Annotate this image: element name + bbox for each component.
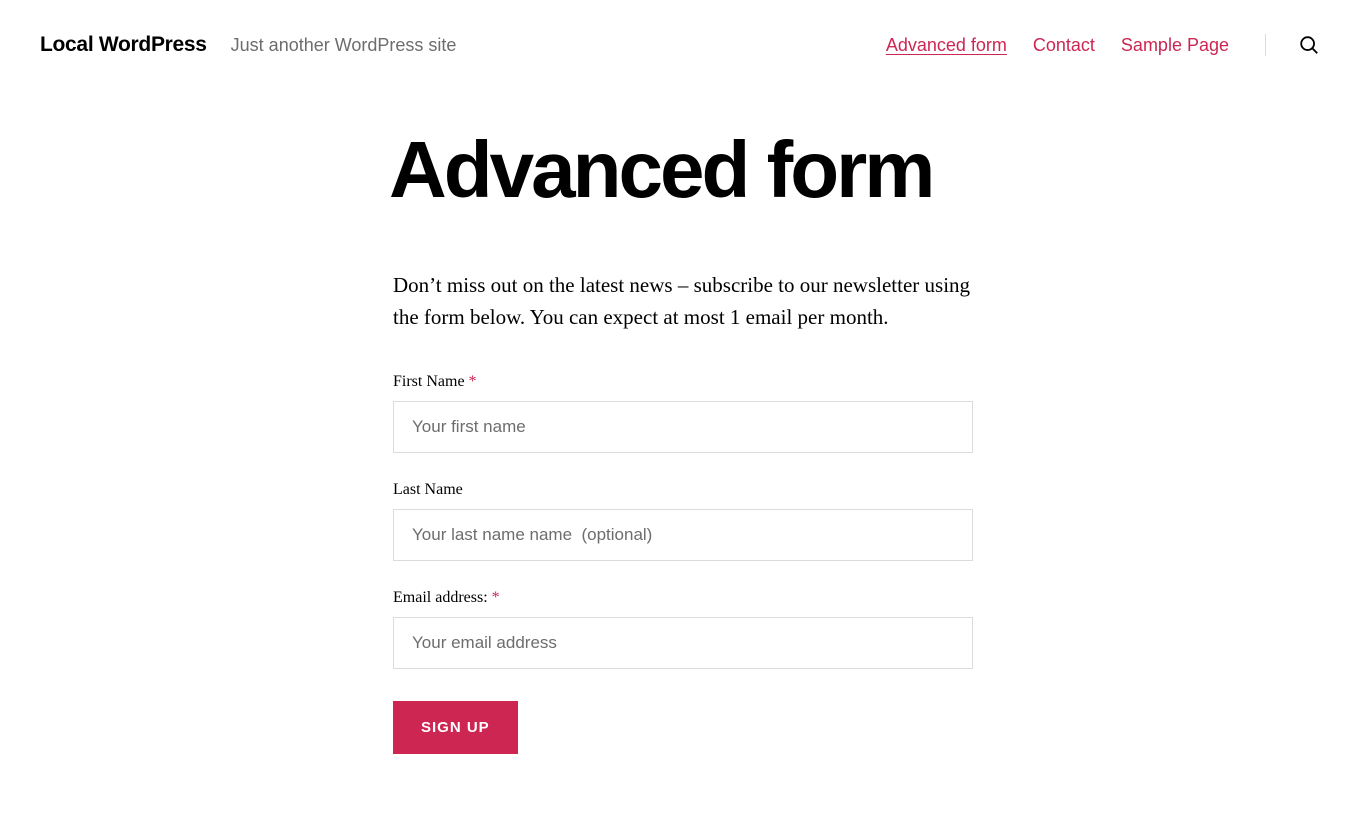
form-field-email: Email address: *: [393, 589, 973, 669]
required-mark: *: [492, 589, 500, 606]
nav-link-contact[interactable]: Contact: [1033, 35, 1095, 56]
first-name-label: First Name *: [393, 373, 973, 391]
email-label: Email address: *: [393, 589, 973, 607]
site-tagline: Just another WordPress site: [231, 35, 457, 56]
form-field-first-name: First Name *: [393, 373, 973, 453]
header-right: Advanced form Contact Sample Page: [886, 28, 1326, 62]
search-button[interactable]: [1292, 28, 1326, 62]
email-label-text: Email address:: [393, 589, 492, 606]
newsletter-form: First Name * Last Name Email address: * …: [393, 373, 973, 754]
last-name-label: Last Name: [393, 481, 973, 499]
email-input[interactable]: [393, 617, 973, 669]
nav-link-sample-page[interactable]: Sample Page: [1121, 35, 1229, 56]
first-name-input[interactable]: [393, 401, 973, 453]
site-title[interactable]: Local WordPress: [40, 33, 207, 57]
required-mark: *: [469, 373, 477, 390]
primary-nav: Advanced form Contact Sample Page: [886, 35, 1229, 56]
last-name-input[interactable]: [393, 509, 973, 561]
signup-button[interactable]: SIGN UP: [393, 701, 518, 754]
main-content: Advanced form Don’t miss out on the late…: [393, 90, 973, 814]
site-header: Local WordPress Just another WordPress s…: [0, 0, 1366, 90]
last-name-label-text: Last Name: [393, 481, 463, 498]
search-icon: [1298, 34, 1320, 56]
nav-link-advanced-form[interactable]: Advanced form: [886, 35, 1007, 56]
nav-divider: [1265, 34, 1266, 56]
page-intro: Don’t miss out on the latest news – subs…: [393, 270, 973, 333]
first-name-label-text: First Name: [393, 373, 469, 390]
form-field-last-name: Last Name: [393, 481, 973, 561]
page-title: Advanced form: [389, 130, 973, 210]
header-left: Local WordPress Just another WordPress s…: [40, 33, 456, 57]
